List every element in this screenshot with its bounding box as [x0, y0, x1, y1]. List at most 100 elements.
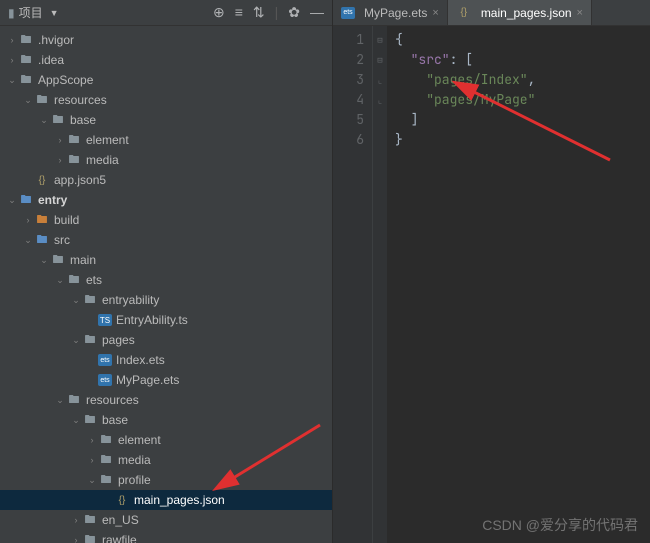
- tree-item[interactable]: ›🖿en_US: [0, 510, 332, 530]
- tree-item-label: resources: [54, 93, 107, 107]
- close-icon[interactable]: ×: [432, 7, 438, 19]
- expander-icon[interactable]: ›: [86, 455, 98, 465]
- close-icon[interactable]: ×: [577, 7, 583, 19]
- expander-icon[interactable]: ⌄: [70, 295, 82, 306]
- tree-item[interactable]: ›🖿.hvigor: [0, 30, 332, 50]
- expander-icon[interactable]: ⌄: [70, 415, 82, 426]
- folder-icon: ▮: [8, 6, 15, 20]
- tree-item-label: main_pages.json: [134, 493, 225, 507]
- tree-item[interactable]: ⌄🖿resources: [0, 390, 332, 410]
- tree-item-label: MyPage.ets: [116, 373, 179, 387]
- tree-item[interactable]: ›🖿element: [0, 430, 332, 450]
- collapse-icon[interactable]: ≡: [235, 4, 243, 21]
- expander-icon[interactable]: ⌄: [22, 235, 34, 246]
- tree-item[interactable]: TSEntryAbility.ts: [0, 310, 332, 330]
- tree-item-label: Index.ets: [116, 353, 165, 367]
- tree-item-label: en_US: [102, 513, 139, 527]
- expander-icon[interactable]: ›: [70, 535, 82, 543]
- tree-item[interactable]: ⌄🖿base: [0, 410, 332, 430]
- tree-item[interactable]: ⌄🖿ets: [0, 270, 332, 290]
- expander-icon[interactable]: ›: [70, 515, 82, 525]
- tree-item[interactable]: ⌄🖿resources: [0, 90, 332, 110]
- tree-item-label: profile: [118, 473, 151, 487]
- line-number: 6: [333, 130, 364, 150]
- editor-area: etsMyPage.ets×{}main_pages.json× 123456 …: [333, 0, 650, 543]
- expander-icon[interactable]: ›: [6, 55, 18, 65]
- expander-icon[interactable]: ⌄: [22, 95, 34, 106]
- expander-icon[interactable]: ›: [86, 435, 98, 445]
- expander-icon[interactable]: ⌄: [38, 115, 50, 126]
- tree-item-label: src: [54, 233, 70, 247]
- tree-item-label: ets: [86, 273, 102, 287]
- expander-icon[interactable]: ⌄: [86, 475, 98, 486]
- line-number: 5: [333, 110, 364, 130]
- editor-tab[interactable]: {}main_pages.json×: [448, 0, 592, 25]
- sidebar-header: ▮ 项目 ▼ ⊕ ≡ ⇅ | ✿ —: [0, 0, 332, 26]
- tab-label: MyPage.ets: [364, 6, 427, 20]
- tree-item[interactable]: ⌄🖿pages: [0, 330, 332, 350]
- expander-icon[interactable]: ⌄: [38, 255, 50, 266]
- tree-item-label: pages: [102, 333, 135, 347]
- expander-icon[interactable]: ⌄: [70, 335, 82, 346]
- expander-icon[interactable]: ›: [54, 135, 66, 145]
- expander-icon[interactable]: ›: [22, 215, 34, 225]
- tree-item-label: rawfile: [102, 533, 137, 543]
- tree-item[interactable]: ›🖿media: [0, 150, 332, 170]
- json-key: "src": [411, 51, 450, 68]
- tree-item[interactable]: ›🖿media: [0, 450, 332, 470]
- tree-item[interactable]: ⌄🖿main: [0, 250, 332, 270]
- tree-item[interactable]: ⌄🖿entryability: [0, 290, 332, 310]
- line-number: 2: [333, 50, 364, 70]
- editor-tab[interactable]: etsMyPage.ets×: [333, 0, 448, 25]
- tree-item-label: base: [102, 413, 128, 427]
- fold-gutter[interactable]: ⊟⊟⌞⌞: [373, 26, 387, 543]
- tree-item[interactable]: etsIndex.ets: [0, 350, 332, 370]
- tree-item[interactable]: etsMyPage.ets: [0, 370, 332, 390]
- tree-item[interactable]: {}main_pages.json: [0, 490, 332, 510]
- project-tree[interactable]: ›🖿.hvigor›🖿.idea⌄🖿AppScope⌄🖿resources⌄🖿b…: [0, 26, 332, 543]
- dropdown-icon[interactable]: ▼: [50, 8, 59, 18]
- expander-icon[interactable]: ⌄: [6, 195, 18, 206]
- code-editor[interactable]: 123456 ⊟⊟⌞⌞ { "src": [ "pages/Index", "p…: [333, 26, 650, 543]
- tree-item[interactable]: ⌄🖿base: [0, 110, 332, 130]
- tree-item-label: main: [70, 253, 96, 267]
- target-icon[interactable]: ⊕: [213, 4, 225, 21]
- line-number: 1: [333, 30, 364, 50]
- tree-item[interactable]: ⌄🖿profile: [0, 470, 332, 490]
- expand-icon[interactable]: ⇅: [253, 4, 265, 21]
- tree-item-label: app.json5: [54, 173, 106, 187]
- tree-item[interactable]: ›🖿rawfile: [0, 530, 332, 543]
- tree-item-label: EntryAbility.ts: [116, 313, 188, 327]
- tree-item[interactable]: ›🖿build: [0, 210, 332, 230]
- brace: }: [395, 131, 403, 148]
- tree-item-label: element: [86, 133, 129, 147]
- expander-icon[interactable]: ⌄: [54, 395, 66, 406]
- tree-item-label: AppScope: [38, 73, 93, 87]
- tree-item-label: base: [70, 113, 96, 127]
- expander-icon[interactable]: ›: [6, 35, 18, 45]
- tree-item-label: media: [118, 453, 151, 467]
- sidebar-title: 项目: [19, 4, 43, 21]
- tab-label: main_pages.json: [481, 6, 572, 20]
- tree-item[interactable]: ⌄🖿src: [0, 230, 332, 250]
- tree-item-label: element: [118, 433, 161, 447]
- hide-icon[interactable]: —: [310, 4, 324, 21]
- code-content[interactable]: { "src": [ "pages/Index", "pages/MyPage"…: [387, 26, 650, 543]
- tree-item[interactable]: ⌄🖿entry: [0, 190, 332, 210]
- json-string: "pages/MyPage": [426, 91, 535, 108]
- bracket: ]: [411, 111, 419, 128]
- line-gutter: 123456: [333, 26, 373, 543]
- tree-item[interactable]: {}app.json5: [0, 170, 332, 190]
- tree-item[interactable]: ⌄🖿AppScope: [0, 70, 332, 90]
- expander-icon[interactable]: ›: [54, 155, 66, 165]
- expander-icon[interactable]: ⌄: [54, 275, 66, 286]
- line-number: 3: [333, 70, 364, 90]
- tree-item[interactable]: ›🖿element: [0, 130, 332, 150]
- settings-icon[interactable]: ✿: [288, 4, 300, 21]
- editor-tabs: etsMyPage.ets×{}main_pages.json×: [333, 0, 650, 26]
- tree-item-label: entryability: [102, 293, 159, 307]
- expander-icon[interactable]: ⌄: [6, 75, 18, 86]
- project-sidebar: ▮ 项目 ▼ ⊕ ≡ ⇅ | ✿ — ›🖿.hvigor›🖿.idea⌄🖿App…: [0, 0, 333, 543]
- tree-item-label: resources: [86, 393, 139, 407]
- tree-item[interactable]: ›🖿.idea: [0, 50, 332, 70]
